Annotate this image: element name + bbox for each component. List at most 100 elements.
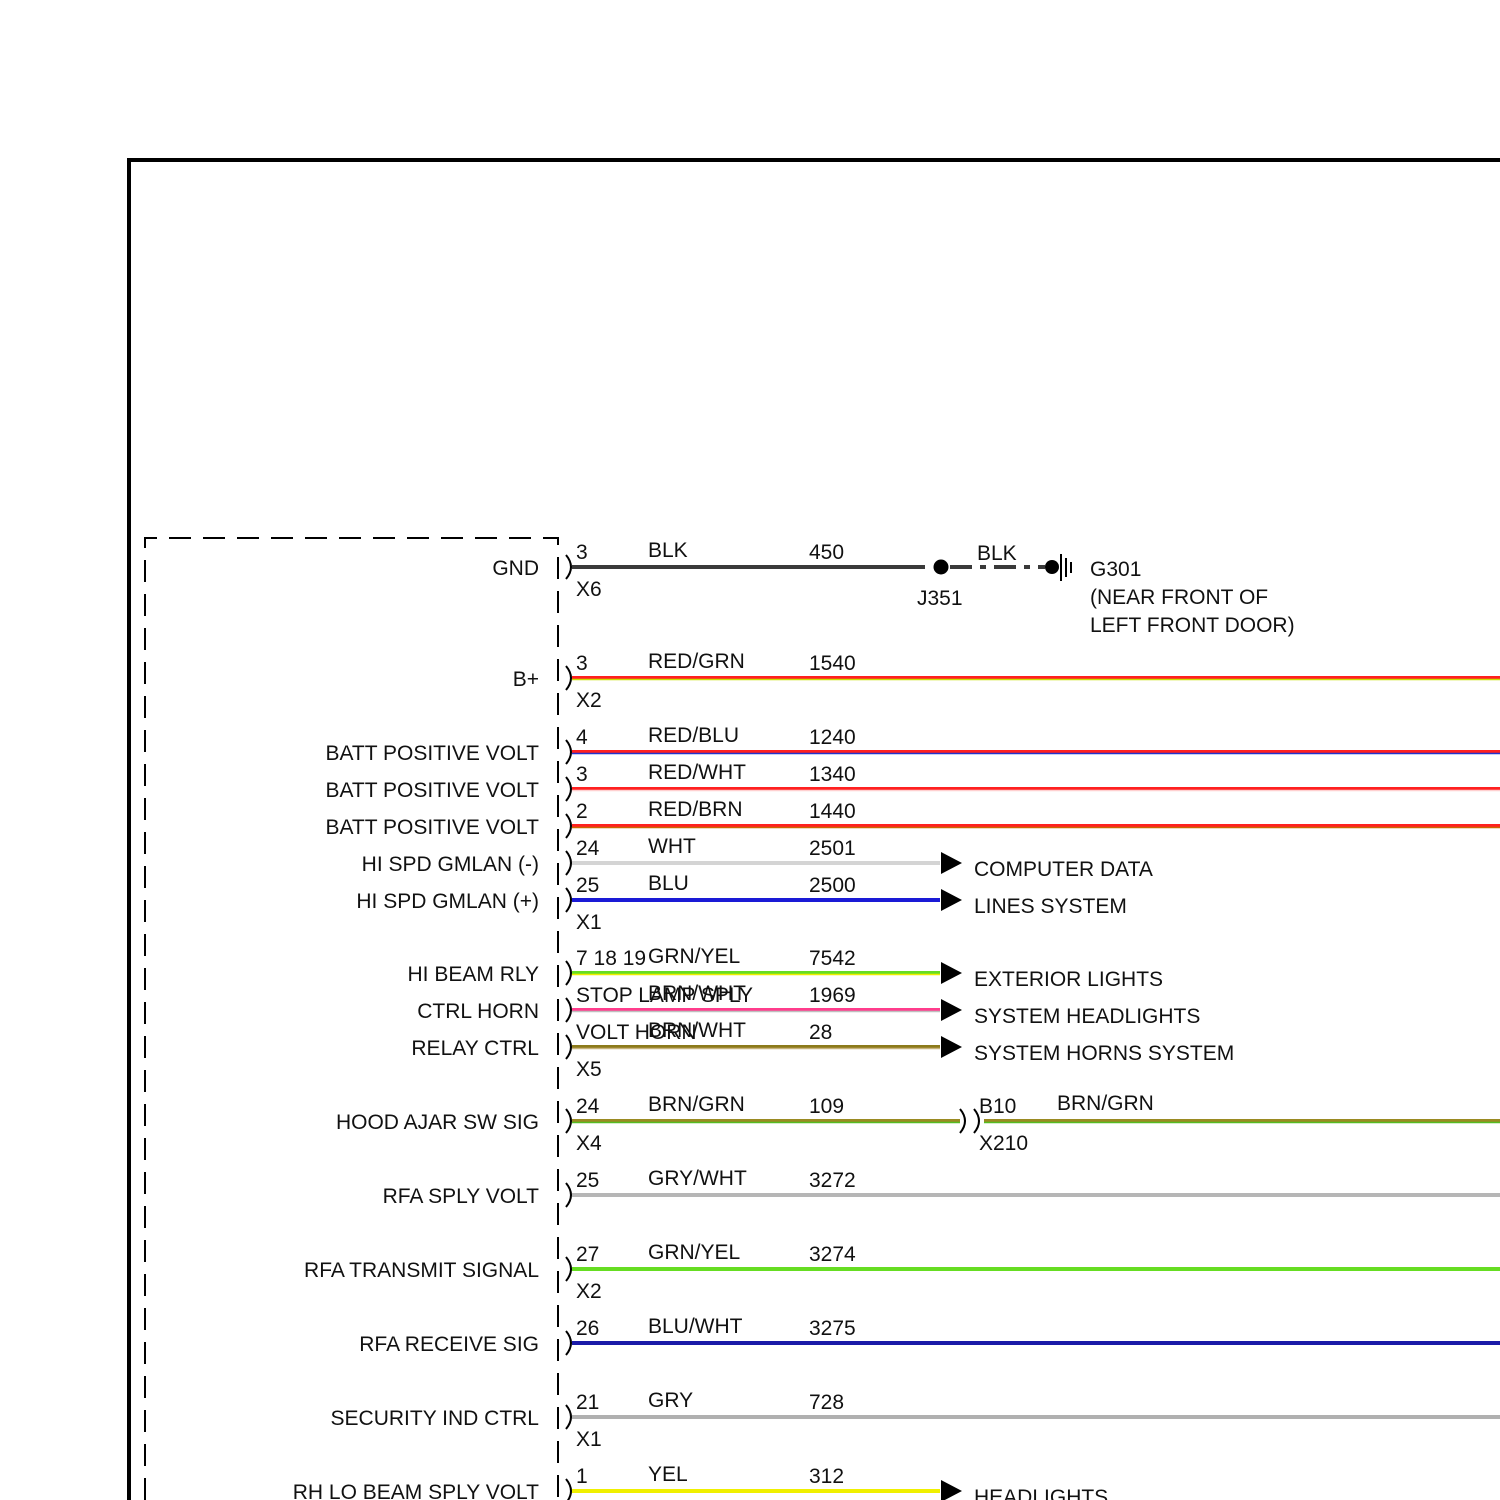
connector-cavity-symbol [565, 960, 572, 986]
circuit-label: BATT POSITIVE VOLT [325, 816, 539, 839]
circuit-label: RFA SPLY VOLT [383, 1185, 540, 1208]
arrow-icon [941, 962, 962, 984]
connector-cavity-symbol [565, 776, 572, 802]
connector-cavity-symbol [565, 739, 572, 765]
connector-cavity-symbol [565, 1256, 572, 1282]
pin-number: 25 [576, 1169, 599, 1192]
connector-cavity-symbol [565, 887, 572, 913]
wire-color: GRN/YEL [648, 1241, 740, 1264]
inline-pin: B10 [979, 1095, 1016, 1118]
pin-number: 24 [576, 837, 600, 860]
circuits-layer: GND 3 BLK 450 X6 B+ 3 RED/GRN 1540 X2 BATT POSITIV… [293, 539, 1500, 1500]
ground-id: G301 [1090, 558, 1141, 581]
wire-color: BRN/WHT [648, 982, 746, 1005]
pin-number: 3 [576, 763, 588, 786]
arrow-icon [941, 1480, 962, 1500]
pin-number: 26 [576, 1317, 599, 1340]
wire-color: RED/BRN [648, 798, 743, 821]
arrow-icon [941, 1036, 962, 1058]
wire-color: BLU/WHT [648, 1315, 743, 1338]
wiring-diagram: GND 3 BLK 450 X6 B+ 3 RED/GRN 1540 X2 BATT POSITIV… [127, 158, 1500, 1500]
connector-cavity-symbol [565, 1404, 572, 1430]
circuit-row: RELAY CTRLVOLT HORNBRN/WHT 28X5SYSTEM HOR… [411, 1019, 1234, 1081]
connector-cavity-symbol [565, 554, 572, 580]
ground-wire-color: BLK [977, 542, 1017, 565]
wire-color: WHT [648, 835, 696, 858]
connector-id: X1 [576, 1428, 602, 1451]
wire-color: YEL [648, 1463, 688, 1486]
circuit-number: 28 [809, 1021, 832, 1044]
circuit-row: HOOD AJAR SW SIG 24 BRN/GRN 109 X4 [336, 1093, 1500, 1155]
circuit-label: RELAY CTRL [411, 1037, 539, 1060]
wire-color: BRN/GRN [648, 1093, 745, 1116]
circuit-label: RH LO BEAM SPLY VOLT [293, 1481, 539, 1500]
connector-cavity-symbol [565, 1108, 572, 1134]
connector-cavity-symbol [565, 665, 572, 691]
circuit-number: 1440 [809, 800, 856, 823]
circuit-row: RFA RECEIVE SIG 26 BLU/WHT 3275 [359, 1315, 1500, 1356]
splice-label: J351 [917, 587, 963, 610]
pin-number: 24 [576, 1095, 600, 1118]
circuit-label: CTRL HORN [417, 1000, 539, 1023]
circuit-number: 109 [809, 1095, 844, 1118]
wire-color: BLK [648, 539, 688, 562]
connector-cavity-symbol [565, 850, 572, 876]
circuit-label: HI SPD GMLAN (-) [362, 853, 539, 876]
circuit-number: 312 [809, 1465, 844, 1488]
arrow-icon [941, 999, 962, 1021]
circuit-row: BATT POSITIVE VOLT 3 RED/WHT 1340 [325, 761, 1500, 802]
wire-color: RED/GRN [648, 650, 745, 673]
circuit-number: 1340 [809, 763, 856, 786]
destination-label: SYSTEM HORNS SYSTEM [974, 1042, 1234, 1065]
connector-cavity-symbol [565, 1182, 572, 1208]
wire-color: BLU [648, 872, 689, 895]
connector-id: X2 [576, 1280, 602, 1303]
wire-color: RED/WHT [648, 761, 746, 784]
connector-cavity-symbol [565, 1034, 572, 1060]
circuit-row: RH LO BEAM SPLY VOLT 1 YEL 312 HEADLIGHTS [293, 1463, 1108, 1500]
circuit-number: 3272 [809, 1169, 856, 1192]
inline-connector: B10 BRN/GRN X210 [959, 1092, 1154, 1155]
ground-dot [1045, 560, 1059, 574]
wire-color: GRY [648, 1389, 693, 1412]
pin-number: 7 18 19 [576, 947, 646, 970]
destination-label: SYSTEM HEADLIGHTS [974, 1005, 1200, 1028]
ground-location: (NEAR FRONT OF [1090, 586, 1268, 609]
circuit-label: BATT POSITIVE VOLT [325, 742, 539, 765]
destination-label: COMPUTER DATA [974, 858, 1153, 881]
inline-connector-symbol [959, 1108, 966, 1134]
wire-color: GRY/WHT [648, 1167, 747, 1190]
circuit-row: HI SPD GMLAN (-) 24 WHT 2501 COMPUTER DATA [362, 835, 1153, 881]
circuit-row: HI SPD GMLAN (+) 25 BLU 2500 X1 LINES SYSTEM [356, 872, 1127, 934]
circuit-number: 3275 [809, 1317, 856, 1340]
circuit-label: HI BEAM RLY [408, 963, 539, 986]
connector-id: X6 [576, 578, 602, 601]
circuit-row: RFA SPLY VOLT 25 GRY/WHT 3272 [383, 1167, 1500, 1208]
connector-id: X2 [576, 689, 602, 712]
pin-number: 2 [576, 800, 588, 823]
connector-id: X5 [576, 1058, 602, 1081]
pin-number: 27 [576, 1243, 599, 1266]
circuit-number: 1540 [809, 652, 856, 675]
pin-number: 3 [576, 652, 588, 675]
circuit-label: GND [492, 557, 539, 580]
circuit-number: 1969 [809, 984, 856, 1007]
connector-cavity-symbol [565, 1330, 572, 1356]
inline-wire-color: BRN/GRN [1057, 1092, 1154, 1115]
circuit-row: BATT POSITIVE VOLT 4 RED/BLU 1240 [325, 724, 1500, 765]
circuit-label: RFA RECEIVE SIG [359, 1333, 539, 1356]
circuit-number: 2501 [809, 837, 856, 860]
pin-number: 25 [576, 874, 599, 897]
circuit-row: B+ 3 RED/GRN 1540 X2 [513, 650, 1500, 712]
circuit-label: HOOD AJAR SW SIG [336, 1111, 539, 1134]
connector-id: X1 [576, 911, 602, 934]
inline-connector-id: X210 [979, 1132, 1028, 1155]
circuit-number: 1240 [809, 726, 856, 749]
wire-color: GRN/YEL [648, 945, 740, 968]
circuit-row: RFA TRANSMIT SIGNAL 27 GRN/YEL 3274 X2 [304, 1241, 1500, 1303]
circuit-number: 728 [809, 1391, 844, 1414]
wire-color: BRN/WHT [648, 1019, 746, 1042]
pin-number: 21 [576, 1391, 599, 1414]
circuit-row: SECURITY IND CTRL 21 GRY 728 X1 [331, 1389, 1500, 1451]
arrow-icon [941, 889, 962, 911]
